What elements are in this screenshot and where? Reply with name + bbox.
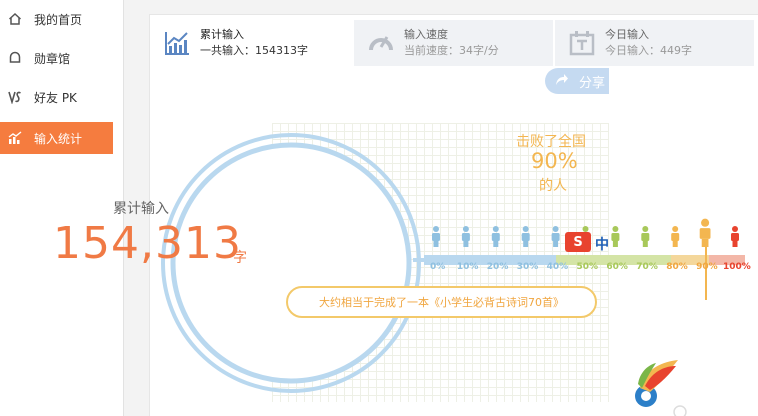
person-body	[641, 233, 650, 241]
person-figure	[731, 226, 739, 247]
person-head	[462, 226, 469, 232]
person-head	[492, 226, 499, 232]
person-legs	[642, 241, 648, 247]
person-legs	[433, 241, 439, 247]
scale-label: 20%	[486, 262, 509, 272]
person-body	[461, 233, 470, 241]
person-figure	[461, 226, 470, 247]
scale-label: 60%	[606, 262, 628, 272]
decor-circle	[673, 405, 687, 416]
person-figure	[432, 226, 440, 247]
beat-text-line1: 击败了全国	[516, 134, 586, 150]
person-body	[432, 233, 440, 241]
scale-label: 70%	[636, 262, 658, 272]
person-head	[672, 226, 679, 232]
person-head	[732, 226, 738, 232]
equivalent-banner: 大约相当于完成了一本《小学生必背古诗词70首》	[286, 286, 597, 318]
person-legs	[612, 241, 618, 247]
beat-text-line2: 的人	[539, 178, 567, 194]
person-legs	[732, 241, 738, 247]
person-figure	[491, 226, 500, 247]
person-legs	[553, 241, 559, 247]
person-head	[612, 226, 619, 232]
scale-label: 80%	[666, 262, 688, 272]
person-figure	[521, 226, 530, 247]
person-figure	[671, 226, 680, 247]
scale-label: 30%	[516, 262, 539, 272]
chinese-mode-indicator: 中	[595, 237, 609, 253]
circle-label: 累计输入	[113, 201, 169, 217]
scale-label: 10%	[456, 262, 479, 272]
person-legs	[523, 241, 529, 247]
person-legs	[493, 241, 499, 247]
person-head	[552, 226, 559, 232]
feather-logo	[635, 360, 678, 407]
person-figure	[551, 226, 560, 247]
total-input-value: 154,313	[53, 218, 242, 269]
person-head	[642, 226, 649, 232]
person-body	[611, 233, 620, 241]
scale-label: 100%	[723, 262, 751, 272]
person-head	[701, 218, 710, 227]
person-body	[491, 233, 500, 241]
person-head	[433, 226, 439, 232]
person-body	[699, 228, 711, 239]
person-body	[731, 233, 739, 241]
person-head	[522, 226, 529, 232]
person-figure	[611, 226, 620, 247]
beat-percent: 90%	[531, 149, 578, 173]
scale-label: 50%	[576, 262, 599, 272]
scale-label: 90%	[696, 262, 718, 272]
person-figure	[699, 218, 711, 247]
scale-label: 0%	[430, 262, 446, 272]
total-input-unit: 字	[233, 250, 247, 266]
person-legs	[701, 238, 709, 247]
person-figure	[641, 226, 650, 247]
person-body	[551, 233, 560, 241]
sogou-badge-icon: S	[565, 232, 591, 252]
person-legs	[463, 241, 469, 247]
person-body	[521, 233, 530, 241]
person-legs	[672, 241, 678, 247]
person-body	[671, 233, 680, 241]
app-root: 我的首页 勋章馆 好友 PK 输入统计 累计输入 一共输入：154313字 输入…	[0, 0, 758, 416]
scale-label: 40%	[546, 262, 569, 272]
